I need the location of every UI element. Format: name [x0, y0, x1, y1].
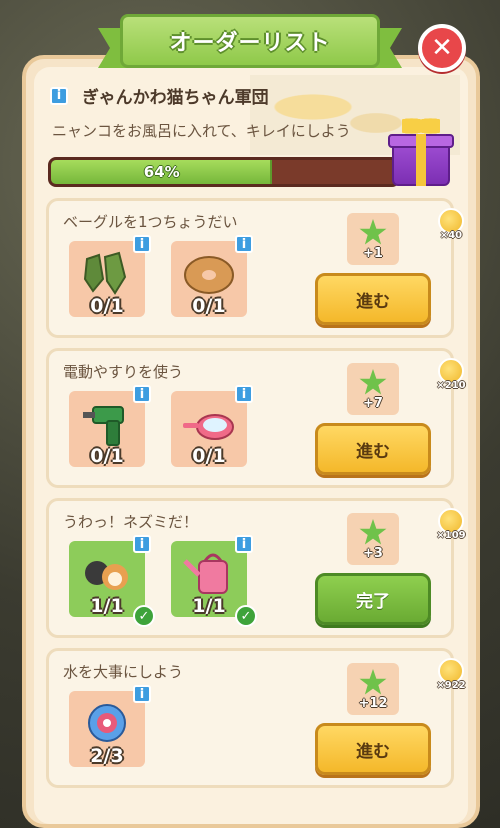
order-title: ベーグルを1つちょうだい [63, 213, 238, 231]
coin-reward: ×40 [436, 208, 466, 252]
coin-value: ×109 [436, 530, 466, 541]
info-icon[interactable]: i [133, 535, 151, 553]
order-title: うわっ！ネズミだ！ [63, 513, 199, 531]
close-button[interactable]: ✕ [418, 24, 466, 72]
panel-title: オーダーリスト [169, 31, 331, 56]
star-icon [359, 519, 387, 545]
complete-button[interactable]: 完了 [315, 573, 431, 625]
info-icon[interactable]: i [50, 86, 68, 105]
close-icon: ✕ [431, 33, 453, 63]
checkmark-icon: ✓ [235, 605, 257, 627]
order-item-hose-reel[interactable]: i 2/3 [69, 685, 151, 767]
progress-bar: 64% [48, 157, 400, 187]
title-ribbon: オーダーリスト [98, 10, 402, 68]
order-card-3: うわっ！ネズミだ！ i 1/1 ✓ i 1/1 ✓ +3 完了 [46, 498, 454, 638]
drill-icon [83, 406, 124, 446]
order-item-bagel[interactable]: i 0/1 [171, 235, 253, 317]
item-count: 2/3 [90, 745, 124, 767]
order-card-1: ベーグルを1つちょうだい i 0/1 i 0/1 +1 進む [46, 198, 454, 338]
order-item-watering-can[interactable]: i 1/1 ✓ [171, 535, 257, 627]
reward-star: +7 [347, 363, 399, 415]
coin-reward: ×210 [436, 358, 466, 402]
gloves-icon [83, 251, 127, 295]
gift-box-strap [416, 134, 426, 186]
ribbon-band: オーダーリスト [120, 14, 380, 68]
gift-box-bow [402, 114, 440, 138]
hose-reel-icon [88, 704, 126, 742]
star-icon [359, 669, 387, 695]
order-item-pan[interactable]: i 0/1 [171, 385, 253, 467]
order-item-mice[interactable]: i 1/1 ✓ [69, 535, 155, 627]
proceed-button[interactable]: 進む [315, 423, 431, 475]
reward-star: +3 [347, 513, 399, 565]
star-icon [359, 219, 387, 245]
coin-reward: ×922 [436, 658, 466, 702]
item-count: 0/1 [90, 445, 124, 467]
order-title: 電動やすりを使う [63, 363, 184, 381]
bagel-icon [184, 256, 234, 294]
reward-star: +12 [347, 663, 399, 715]
order-description: ニャンコをお風呂に入れて、キレイにしよう [52, 122, 351, 140]
reward-value: +7 [363, 396, 383, 411]
watering-can-icon [183, 553, 228, 594]
coin-value: ×922 [436, 680, 466, 691]
reward-value: +3 [363, 546, 383, 561]
item-count: 0/1 [90, 295, 124, 317]
info-icon[interactable]: i [235, 385, 253, 403]
progress-label: 64% [143, 163, 180, 181]
order-card-4: 水を大事にしよう i 2/3 +12 進む [46, 648, 454, 788]
order-item-gloves[interactable]: i 0/1 [69, 235, 151, 317]
info-icon[interactable]: i [235, 535, 253, 553]
info-icon[interactable]: i [133, 385, 151, 403]
order-title: 水を大事にしよう [63, 663, 184, 681]
info-icon[interactable]: i [133, 685, 151, 703]
item-count: 0/1 [192, 295, 226, 317]
order-card-2: 電動やすりを使う i 0/1 i 0/1 +7 進む [46, 348, 454, 488]
coin-value: ×40 [439, 230, 463, 241]
star-icon [359, 369, 387, 395]
reward-value: +12 [358, 696, 388, 711]
checkmark-icon: ✓ [133, 605, 155, 627]
info-icon[interactable]: i [133, 235, 151, 253]
coin-reward: ×109 [436, 508, 466, 552]
gift-box-icon[interactable] [388, 114, 454, 188]
order-item-drill[interactable]: i 0/1 [69, 385, 151, 467]
team-name: ぎゃんかわ猫ちゃん軍団 [82, 88, 269, 108]
reward-star: +1 [347, 213, 399, 265]
reward-value: +1 [363, 246, 383, 261]
pan-icon [183, 414, 234, 440]
info-icon[interactable]: i [235, 235, 253, 253]
proceed-button[interactable]: 進む [315, 273, 431, 325]
coin-value: ×210 [436, 380, 466, 391]
mice-icon [85, 561, 128, 590]
proceed-button[interactable]: 進む [315, 723, 431, 775]
item-count: 0/1 [192, 445, 226, 467]
team-row: i ぎゃんかわ猫ちゃん軍団 [50, 83, 269, 108]
